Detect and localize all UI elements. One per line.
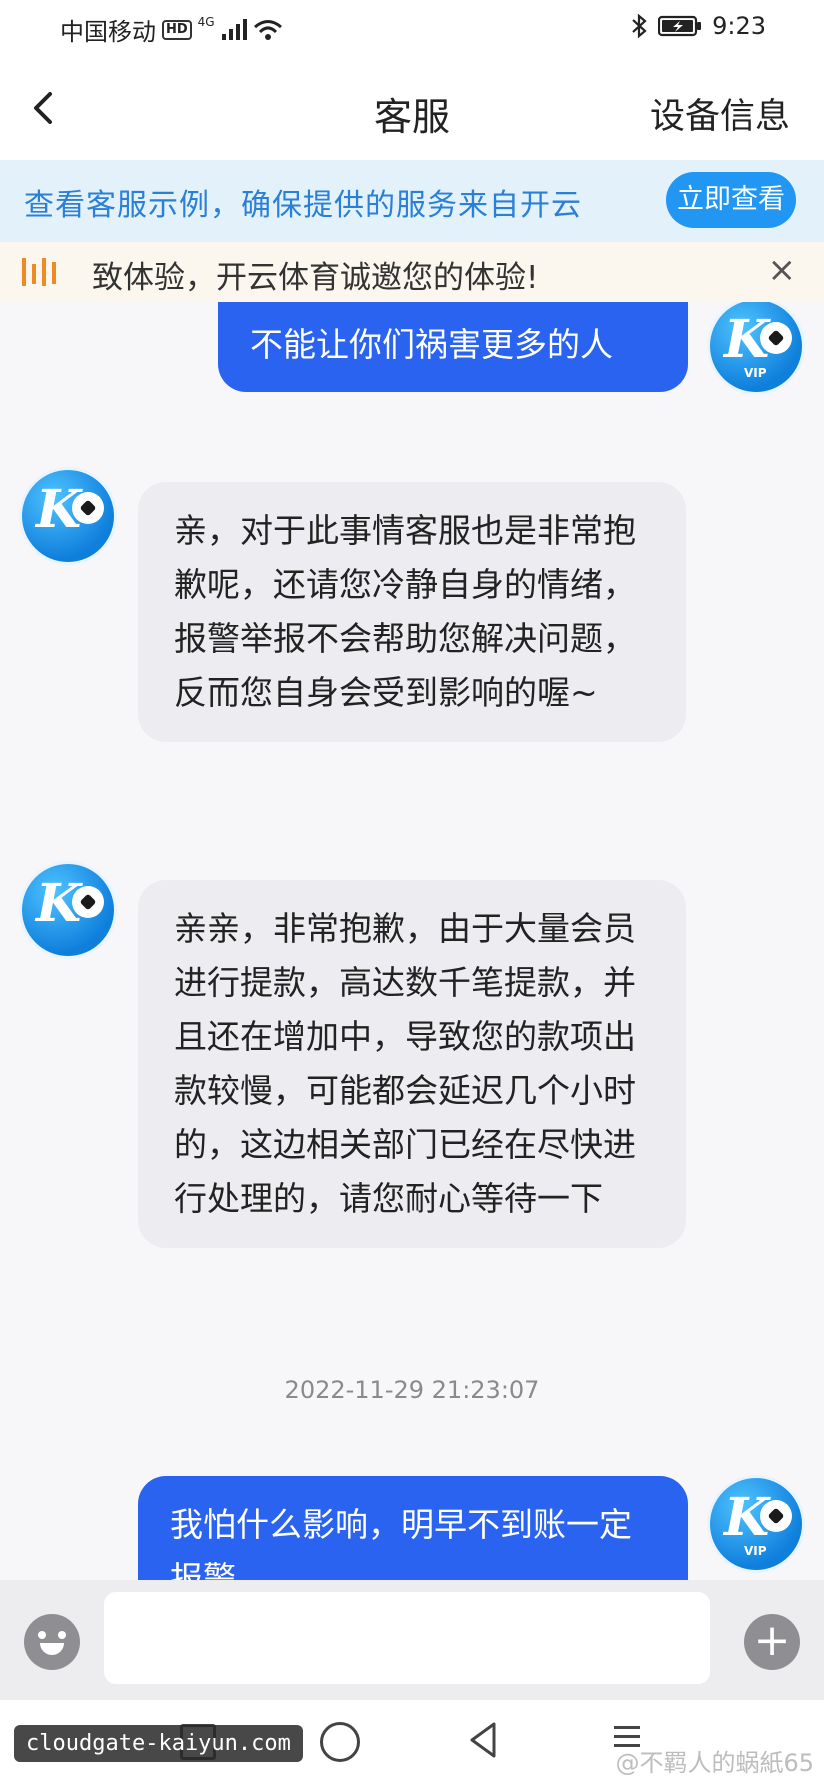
soccer-ball-icon bbox=[72, 886, 104, 918]
message-text: 不能让你们祸害更多的人 bbox=[250, 325, 613, 364]
view-now-button[interactable]: 立即查看 bbox=[666, 172, 796, 228]
notice-marquee: 致体验，开云体育诚邀您的体验! × bbox=[0, 242, 824, 302]
hd-badge: HD bbox=[162, 19, 192, 40]
add-icon[interactable]: + bbox=[744, 1614, 800, 1670]
emoji-icon[interactable] bbox=[24, 1614, 80, 1670]
tip-text: 查看客服示例，确保提供的服务来自开云 bbox=[24, 188, 582, 223]
chat-area[interactable]: 不能让你们祸害更多的人 K VIP K 亲，对于此事情客服也是非常抱歉呢，还请您… bbox=[0, 302, 824, 1580]
battery-icon bbox=[658, 15, 702, 37]
signal-icon bbox=[221, 18, 247, 40]
soccer-ball-icon bbox=[760, 322, 792, 354]
watermark-author: @不羁人的蜗紙65 bbox=[615, 1749, 814, 1777]
message-bubble-outgoing[interactable]: 我怕什么影响，明早不到账一定报警 bbox=[138, 1476, 688, 1580]
message-text: 亲，对于此事情客服也是非常抱歉呢，还请您冷静自身的情绪，报警举报不会帮助您解决问… bbox=[174, 511, 636, 712]
nav-bar: 客服 设备信息 bbox=[0, 58, 824, 160]
message-text: 亲亲，非常抱歉，由于大量会员进行提款，高达数千笔提款，并且还在增加中，导致您的款… bbox=[174, 909, 636, 1218]
message-input[interactable] bbox=[104, 1592, 710, 1684]
input-bar: + bbox=[0, 1580, 824, 1700]
wifi-icon bbox=[253, 19, 282, 40]
soccer-ball-icon bbox=[72, 492, 104, 524]
watermark-site: cloudgate-kaiyun.com bbox=[14, 1725, 303, 1762]
device-info-button[interactable]: 设备信息 bbox=[650, 88, 790, 139]
service-avatar[interactable]: K bbox=[22, 864, 114, 956]
notice-text: 致体验，开云体育诚邀您的体验! bbox=[92, 260, 539, 296]
status-right: 9:23 bbox=[630, 12, 766, 40]
vip-badge: VIP bbox=[744, 366, 767, 380]
user-avatar[interactable]: K VIP bbox=[710, 1478, 802, 1570]
user-avatar[interactable]: K VIP bbox=[710, 302, 802, 392]
vip-badge: VIP bbox=[744, 1544, 767, 1558]
clock: 9:23 bbox=[712, 12, 766, 40]
tip-banner: 查看客服示例，确保提供的服务来自开云 立即查看 bbox=[0, 160, 824, 242]
sound-wave-icon bbox=[22, 258, 56, 286]
status-bar: 中国移动 HD 4G 9:23 bbox=[0, 0, 824, 58]
message-bubble-incoming[interactable]: 亲，对于此事情客服也是非常抱歉呢，还请您冷静自身的情绪，报警举报不会帮助您解决问… bbox=[138, 482, 686, 742]
service-avatar[interactable]: K bbox=[22, 470, 114, 562]
bluetooth-icon bbox=[632, 13, 647, 39]
back-triangle-icon[interactable] bbox=[464, 1720, 504, 1760]
message-timestamp: 2022-11-29 21:23:07 bbox=[284, 1376, 540, 1404]
home-icon[interactable] bbox=[320, 1722, 360, 1762]
close-icon[interactable]: × bbox=[768, 250, 797, 290]
status-left: 中国移动 HD 4G bbox=[60, 12, 283, 47]
message-text: 我怕什么影响，明早不到账一定报警 bbox=[170, 1505, 632, 1580]
soccer-ball-icon bbox=[760, 1500, 792, 1532]
message-bubble-outgoing[interactable]: 不能让你们祸害更多的人 bbox=[218, 302, 688, 392]
network-label: 4G bbox=[197, 14, 215, 29]
carrier-label: 中国移动 bbox=[60, 18, 156, 46]
message-bubble-incoming[interactable]: 亲亲，非常抱歉，由于大量会员进行提款，高达数千笔提款，并且还在增加中，导致您的款… bbox=[138, 880, 686, 1248]
